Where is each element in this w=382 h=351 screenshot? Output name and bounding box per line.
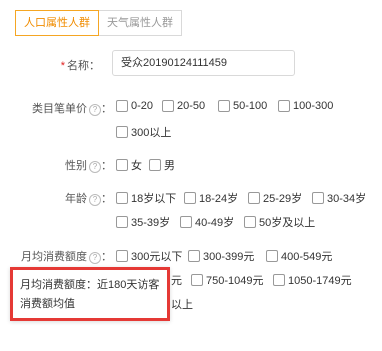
- tab-weather[interactable]: 天气属性人群: [99, 10, 182, 36]
- checkbox[interactable]: [116, 100, 128, 112]
- gender-label: 性别?：: [65, 160, 112, 173]
- checkbox[interactable]: [116, 126, 128, 138]
- tooltip-line: 消费额均值: [20, 298, 75, 310]
- age-label: 年龄?：: [65, 193, 112, 206]
- price-option[interactable]: 100-300: [278, 100, 333, 112]
- age-option[interactable]: 35-39岁: [116, 214, 170, 230]
- gender-option-male[interactable]: 男: [149, 157, 175, 173]
- price-option[interactable]: 50-100: [218, 100, 267, 112]
- checkbox[interactable]: [191, 274, 203, 286]
- spend-option[interactable]: 1050-1749元: [273, 272, 352, 288]
- tooltip-line: 月均消费额度：近180天访客: [20, 279, 160, 291]
- checkbox[interactable]: [266, 250, 278, 262]
- spend-label: 月均消费额度?：: [21, 251, 112, 264]
- help-icon[interactable]: ?: [89, 194, 101, 206]
- spend-option[interactable]: 300-399元: [188, 248, 254, 264]
- spend-help-tooltip: 月均消费额度：近180天访客 消费额均值: [10, 267, 170, 321]
- spend-option[interactable]: 750-1049元: [191, 272, 264, 288]
- name-input[interactable]: 受众20190124111459: [112, 50, 295, 76]
- tab-demographic[interactable]: 人口属性人群: [15, 10, 99, 36]
- name-label: * 名称：: [60, 60, 100, 72]
- age-option[interactable]: 30-34岁: [312, 190, 366, 206]
- checkbox[interactable]: [273, 274, 285, 286]
- gender-option-female[interactable]: 女: [116, 157, 142, 173]
- required-mark: *: [60, 60, 65, 72]
- age-option[interactable]: 40-49岁: [180, 214, 234, 230]
- checkbox[interactable]: [248, 192, 260, 204]
- help-icon[interactable]: ?: [89, 161, 101, 173]
- age-option[interactable]: 18-24岁: [184, 190, 238, 206]
- spend-option[interactable]: 300元以下: [116, 248, 182, 264]
- checkbox[interactable]: [278, 100, 290, 112]
- checkbox[interactable]: [312, 192, 324, 204]
- spend-option-partial-text: 以上: [171, 299, 193, 311]
- checkbox[interactable]: [180, 216, 192, 228]
- help-icon[interactable]: ?: [89, 104, 101, 116]
- price-label: 类目笔单价?：: [32, 103, 112, 116]
- checkbox[interactable]: [116, 192, 128, 204]
- audience-type-tabs: 人口属性人群 天气属性人群: [15, 10, 182, 36]
- help-icon[interactable]: ?: [89, 252, 101, 264]
- age-option[interactable]: 50岁及以上: [244, 214, 315, 230]
- checkbox[interactable]: [244, 216, 256, 228]
- checkbox[interactable]: [116, 159, 128, 171]
- price-option[interactable]: 20-50: [162, 100, 205, 112]
- checkbox[interactable]: [149, 159, 161, 171]
- age-option[interactable]: 25-29岁: [248, 190, 302, 206]
- age-option[interactable]: 18岁以下: [116, 190, 176, 206]
- checkbox[interactable]: [116, 216, 128, 228]
- price-option[interactable]: 0-20: [116, 100, 153, 112]
- checkbox[interactable]: [184, 192, 196, 204]
- checkbox[interactable]: [162, 100, 174, 112]
- checkbox[interactable]: [116, 250, 128, 262]
- spend-option[interactable]: 400-549元: [266, 248, 332, 264]
- spend-option-partial-text: 元: [171, 275, 182, 287]
- price-option[interactable]: 300以上: [116, 124, 171, 140]
- checkbox[interactable]: [188, 250, 200, 262]
- checkbox[interactable]: [218, 100, 230, 112]
